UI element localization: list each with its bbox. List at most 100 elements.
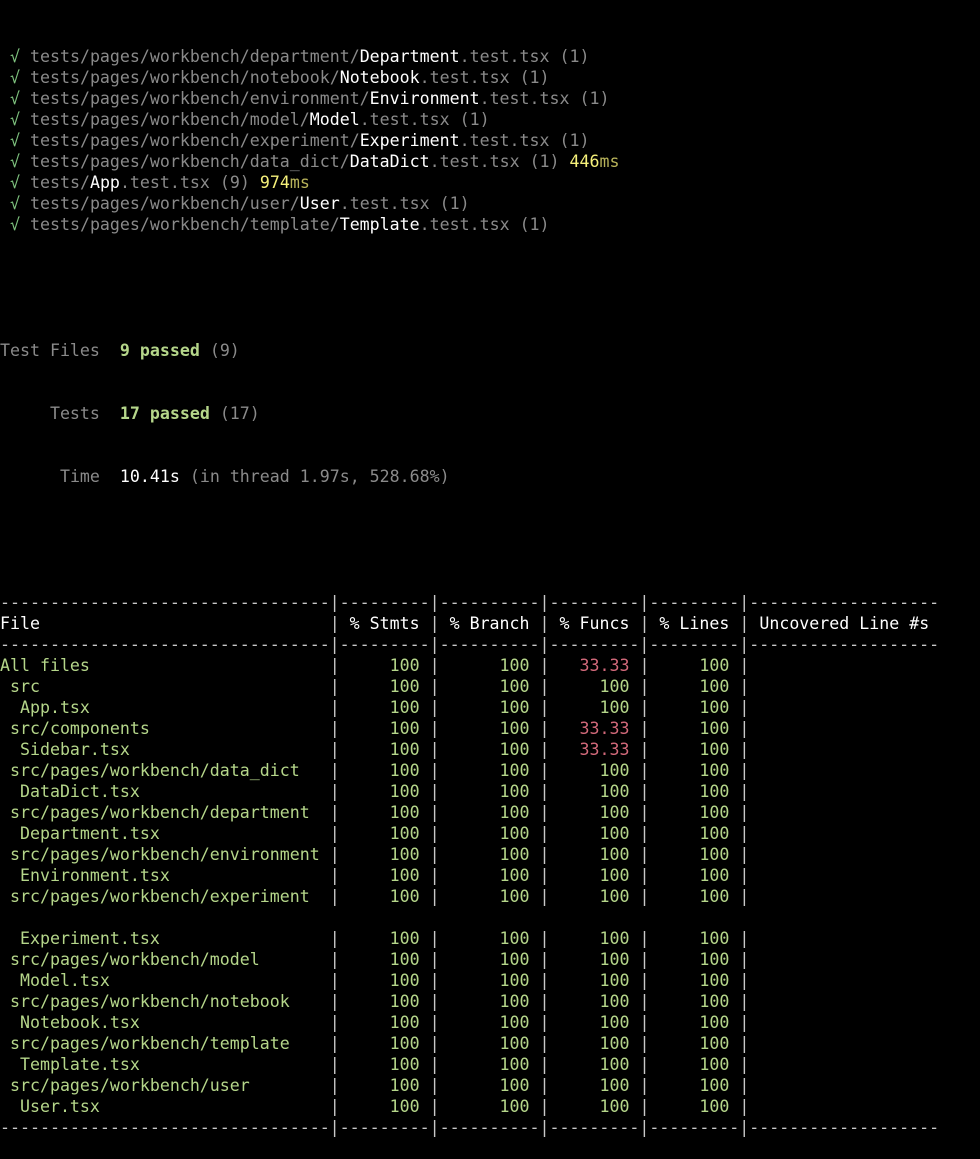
row-value: 100 bbox=[649, 761, 740, 780]
column-divider: | bbox=[329, 887, 340, 906]
column-divider: | bbox=[429, 698, 440, 717]
row-uncovered bbox=[749, 950, 939, 969]
row-file: Sidebar.tsx bbox=[0, 740, 330, 759]
check-icon: √ bbox=[10, 215, 20, 234]
terminal-output: √ tests/pages/workbench/department/Depar… bbox=[0, 0, 980, 1159]
column-divider: | bbox=[639, 719, 650, 738]
column-divider: | bbox=[429, 971, 440, 990]
row-uncovered bbox=[749, 698, 939, 717]
test-duration-unit: ms bbox=[599, 152, 620, 171]
column-divider: | bbox=[639, 1097, 650, 1116]
row-value: 100 bbox=[339, 719, 430, 738]
row-value: 100 bbox=[439, 803, 540, 822]
test-file-dir: tests/pages/workbench/model/ bbox=[30, 110, 310, 129]
check-icon: √ bbox=[10, 89, 20, 108]
column-divider: | bbox=[539, 614, 550, 633]
row-value: 100 bbox=[649, 740, 740, 759]
table-row: Environment.tsx | 100 | 100 | 100 | 100 … bbox=[0, 865, 980, 886]
row-value: 100 bbox=[439, 950, 540, 969]
column-divider: | bbox=[429, 803, 440, 822]
row-value: 100 bbox=[649, 1013, 740, 1032]
row-file: src/pages/workbench/model bbox=[0, 950, 330, 969]
column-divider: | bbox=[429, 1034, 440, 1053]
row-uncovered bbox=[749, 782, 939, 801]
column-divider: | bbox=[429, 761, 440, 780]
column-divider: | bbox=[329, 824, 340, 843]
column-divider: | bbox=[329, 950, 340, 969]
test-file-name: Model bbox=[309, 110, 360, 129]
row-value: 100 bbox=[439, 761, 540, 780]
column-divider: | bbox=[639, 950, 650, 969]
column-divider: | bbox=[639, 1055, 650, 1074]
column-divider: | bbox=[329, 845, 340, 864]
test-file-ext: .test.tsx bbox=[479, 89, 570, 108]
column-divider: | bbox=[539, 719, 550, 738]
test-count: (1) bbox=[439, 194, 470, 213]
column-divider: | bbox=[539, 992, 550, 1011]
column-divider: | bbox=[329, 698, 340, 717]
test-file-ext: .test.tsx bbox=[419, 215, 510, 234]
row-file: All files bbox=[0, 656, 330, 675]
test-result-line: √ tests/pages/workbench/model/Model.test… bbox=[0, 109, 980, 130]
row-value: 100 bbox=[549, 929, 640, 948]
column-divider: | bbox=[639, 677, 650, 696]
column-divider: | bbox=[739, 824, 750, 843]
test-file-name: Template bbox=[339, 215, 420, 234]
row-value: 100 bbox=[439, 1055, 540, 1074]
test-count: (1) bbox=[459, 110, 490, 129]
row-value: 100 bbox=[549, 677, 640, 696]
column-divider: | bbox=[639, 971, 650, 990]
table-row: Notebook.tsx | 100 | 100 | 100 | 100 | bbox=[0, 1012, 980, 1033]
row-uncovered bbox=[749, 992, 939, 1011]
coverage-table: ---------------------------------|------… bbox=[0, 592, 980, 1138]
test-file-ext: .test.tsx bbox=[359, 110, 450, 129]
column-divider: | bbox=[539, 698, 550, 717]
column-divider: | bbox=[539, 1013, 550, 1032]
column-divider: | bbox=[329, 1034, 340, 1053]
column-divider: | bbox=[329, 1076, 340, 1095]
table-separator: ---------------------------------|------… bbox=[0, 593, 940, 612]
table-row: src/pages/workbench/model | 100 | 100 | … bbox=[0, 949, 980, 970]
row-uncovered bbox=[749, 971, 939, 990]
row-value: 100 bbox=[549, 1034, 640, 1053]
row-value: 100 bbox=[439, 992, 540, 1011]
table-header: File | % Stmts | % Branch | % Funcs | % … bbox=[0, 613, 980, 634]
row-file: Experiment.tsx bbox=[0, 929, 330, 948]
check-icon: √ bbox=[10, 110, 20, 129]
row-file: src/pages/workbench/user bbox=[0, 1076, 330, 1095]
test-result-line: √ tests/pages/workbench/department/Depar… bbox=[0, 46, 980, 67]
column-divider: | bbox=[539, 1097, 550, 1116]
column-divider: | bbox=[539, 845, 550, 864]
row-value: 100 bbox=[339, 698, 430, 717]
test-file-ext: .test.tsx bbox=[119, 173, 210, 192]
row-value: 100 bbox=[439, 971, 540, 990]
table-row: src/pages/workbench/template | 100 | 100… bbox=[0, 1033, 980, 1054]
column-divider: | bbox=[539, 1076, 550, 1095]
table-separator: ---------------------------------|------… bbox=[0, 1118, 940, 1137]
header-2: % Branch bbox=[439, 614, 540, 633]
check-icon: √ bbox=[10, 131, 20, 150]
row-file: src/pages/workbench/data_dict bbox=[0, 761, 330, 780]
row-value: 100 bbox=[549, 782, 640, 801]
row-file: src/pages/workbench/template bbox=[0, 1034, 330, 1053]
column-divider: | bbox=[639, 656, 650, 675]
column-divider: | bbox=[539, 803, 550, 822]
column-divider: | bbox=[739, 656, 750, 675]
row-value: 100 bbox=[439, 929, 540, 948]
test-results-list: √ tests/pages/workbench/department/Depar… bbox=[0, 46, 980, 235]
test-file-dir: tests/pages/workbench/environment/ bbox=[30, 89, 370, 108]
row-value: 100 bbox=[439, 782, 540, 801]
row-file: src/pages/workbench/environment bbox=[0, 845, 330, 864]
row-value: 100 bbox=[339, 803, 430, 822]
row-value: 100 bbox=[649, 656, 740, 675]
row-value: 100 bbox=[439, 824, 540, 843]
row-value: 100 bbox=[549, 1013, 640, 1032]
summary-value: 17 passed bbox=[119, 404, 210, 423]
test-file-name: DataDict bbox=[349, 152, 430, 171]
row-value: 100 bbox=[339, 950, 430, 969]
row-value: 100 bbox=[549, 845, 640, 864]
row-value: 100 bbox=[649, 1055, 740, 1074]
row-value: 100 bbox=[439, 740, 540, 759]
table-row: src/pages/workbench/department | 100 | 1… bbox=[0, 802, 980, 823]
column-divider: | bbox=[739, 1034, 750, 1053]
